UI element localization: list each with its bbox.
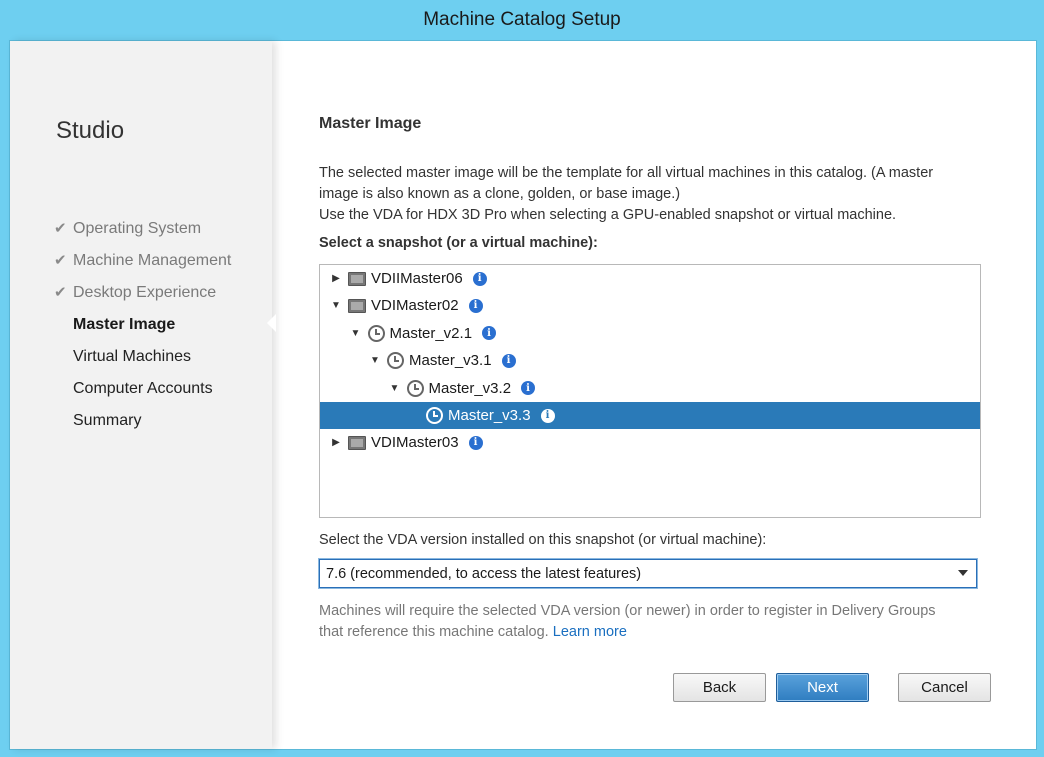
dropdown-arrow-icon[interactable] (958, 570, 968, 576)
wizard-step: Master Image (54, 309, 231, 341)
tree-node[interactable]: ▼ Master_v3.1 i (320, 347, 980, 374)
vda-note: Machines will require the selected VDA v… (319, 601, 989, 643)
wizard-step: Summary (54, 405, 231, 437)
learn-more-link[interactable]: Learn more (553, 624, 627, 640)
info-icon[interactable]: i (468, 298, 483, 313)
wizard-step: ✔ Operating System (54, 213, 231, 245)
window-title: Machine Catalog Setup (423, 9, 621, 30)
tree-node-label: Master_v3.2 (428, 379, 512, 397)
info-icon[interactable]: i (482, 326, 497, 341)
checkmark-icon: ✔ (54, 284, 67, 301)
vda-version-label: Select the VDA version installed on this… (319, 532, 767, 548)
description-line: The selected master image will be the te… (319, 165, 934, 181)
description-line: Use the VDA for HDX 3D Pro when selectin… (319, 207, 897, 223)
info-icon[interactable]: i (501, 353, 516, 368)
snapshot-clock-icon (367, 324, 385, 342)
snapshot-tree-label: Select a snapshot (or a virtual machine)… (319, 235, 598, 251)
collapse-arrow-icon[interactable]: ▼ (367, 353, 383, 369)
tree-node[interactable]: Master_v3.3 i (320, 402, 980, 429)
snapshot-clock-icon (406, 379, 424, 397)
cancel-button[interactable]: Cancel (898, 673, 991, 702)
virtual-machine-icon (348, 435, 366, 450)
info-icon[interactable]: i (540, 408, 555, 423)
checkmark-icon: ✔ (54, 252, 67, 269)
vda-version-selected: 7.6 (recommended, to access the latest f… (326, 565, 642, 582)
tree-node[interactable]: ▼ Master_v2.1 i (320, 320, 980, 347)
note-line: Machines will require the selected VDA v… (319, 603, 936, 619)
collapse-arrow-icon[interactable]: ▼ (328, 298, 344, 314)
collapse-arrow-icon[interactable]: ▼ (387, 380, 403, 396)
wizard-step: Computer Accounts (54, 373, 231, 405)
tree-node-label: Master_v2.1 (389, 324, 473, 342)
info-icon[interactable]: i (472, 271, 487, 286)
tree-node-label: Master_v3.3 (448, 407, 531, 424)
note-line: that reference this machine catalog. (319, 624, 549, 640)
studio-title: Studio (56, 117, 125, 144)
virtual-machine-icon (348, 298, 366, 313)
tree-node[interactable]: ▶ VDIIMaster06 i (320, 265, 980, 292)
info-icon[interactable]: i (468, 435, 483, 450)
next-button[interactable]: Next (776, 673, 869, 702)
wizard-step-label: Desktop Experience (73, 284, 217, 301)
wizard-step-label: Computer Accounts (73, 380, 213, 397)
tree-node-label: VDIMaster03 (371, 434, 459, 452)
wizard-step: ✔ Machine Management (54, 245, 231, 277)
expand-arrow-icon[interactable]: ▶ (328, 271, 344, 287)
snapshot-tree[interactable]: ▶ VDIIMaster06 i ▼ VDIMaster02 i ▼ Master_v2.1 i… (319, 264, 981, 518)
tree-node-label: VDIIMaster06 (371, 270, 463, 287)
wizard-step: ✔ Desktop Experience (54, 277, 231, 309)
tree-node-label: Master_v3.1 (409, 352, 492, 370)
tree-node[interactable]: ▶ VDIMaster03 i (320, 429, 980, 456)
expand-arrow-icon[interactable]: ▶ (328, 435, 344, 451)
virtual-machine-icon (348, 271, 366, 286)
tree-node[interactable]: ▼ VDIMaster02 i (320, 292, 980, 319)
tree-node-label: VDIMaster02 (371, 297, 459, 315)
wizard-step-label: Virtual Machines (73, 348, 191, 365)
description-line: image is also known as a clone, golden, … (319, 186, 681, 202)
checkmark-icon: ✔ (54, 220, 67, 237)
info-icon[interactable]: i (521, 381, 536, 396)
back-button[interactable]: Back (673, 673, 766, 702)
current-step-pointer (267, 314, 276, 332)
page-title: Master Image (319, 115, 422, 132)
wizard-step-label: Summary (73, 412, 142, 429)
collapse-arrow-icon[interactable]: ▼ (348, 325, 364, 341)
page-description: The selected master image will be the te… (319, 163, 989, 226)
wizard-main-panel: Master Image The selected master image w… (319, 41, 999, 749)
vda-version-dropdown[interactable]: 7.6 (recommended, to access the latest f… (319, 559, 977, 588)
wizard-step-label: Master Image (73, 316, 176, 333)
snapshot-clock-icon (387, 352, 404, 370)
snapshot-clock-icon (426, 407, 443, 424)
wizard-step-label: Machine Management (73, 252, 232, 269)
tree-node[interactable]: ▼ Master_v3.2 i (320, 375, 980, 402)
machine-catalog-setup-window: Machine Catalog Setup Studio ✔ Operating … (0, 0, 1044, 757)
wizard-step-label: Operating System (73, 220, 202, 237)
wizard-step: Virtual Machines (54, 341, 231, 373)
wizard-client-area: Studio ✔ Operating System ✔ Machine Managem… (9, 40, 1037, 750)
wizard-steps: ✔ Operating System ✔ Machine Management ✔ Des… (54, 213, 231, 437)
wizard-sidebar: Studio ✔ Operating System ✔ Machine Managem… (10, 41, 272, 749)
